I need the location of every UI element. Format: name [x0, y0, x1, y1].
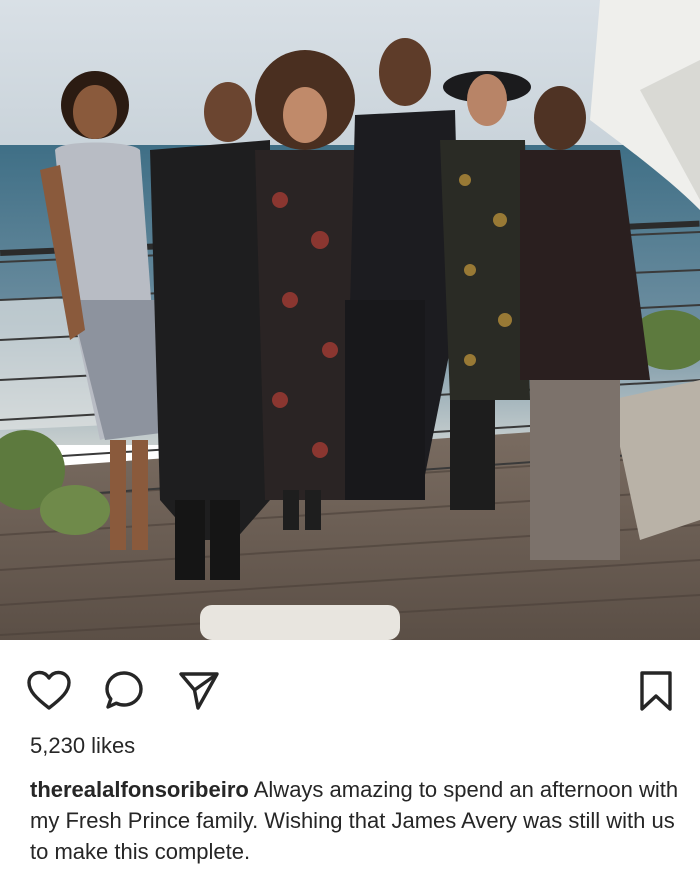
bookmark-icon[interactable] [638, 670, 674, 717]
post-photo[interactable] [0, 0, 700, 640]
post-caption: therealalfonsoribeiro Always amazing to … [30, 774, 680, 867]
comment-icon[interactable] [104, 670, 146, 717]
group-photo-image [0, 0, 700, 640]
send-icon[interactable] [178, 670, 220, 717]
caption-username[interactable]: therealalfonsoribeiro [30, 777, 249, 802]
action-bar [0, 640, 700, 732]
heart-icon[interactable] [26, 670, 72, 717]
likes-count[interactable]: 5,230 likes [30, 733, 135, 759]
